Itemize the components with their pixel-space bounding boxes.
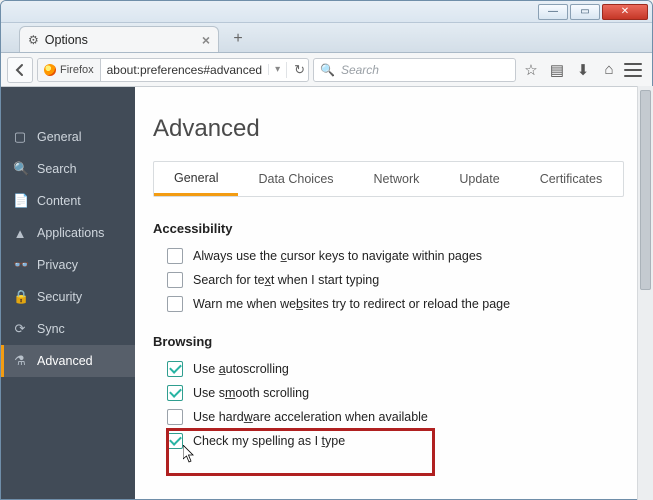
nav-toolbar: Firefox about:preferences#advanced ▾ ↻ 🔍… — [1, 53, 652, 87]
sidebar-icon: 🔒 — [13, 289, 27, 305]
checkbox[interactable] — [167, 248, 183, 264]
sidebar-item-security[interactable]: 🔒 Security — [1, 281, 135, 313]
accessibility-option-0: Always use the cursor keys to navigate w… — [153, 244, 624, 268]
url-dropdown-icon[interactable]: ▾ — [268, 64, 286, 75]
sidebar-item-label: Sync — [37, 322, 65, 336]
accessibility-option-1: Search for text when I start typing — [153, 268, 624, 292]
checkbox[interactable] — [167, 433, 183, 449]
browser-tab-options[interactable]: ⚙ Options × — [19, 26, 219, 52]
accessibility-heading: Accessibility — [153, 221, 624, 236]
back-button[interactable] — [7, 57, 33, 83]
sidebar-item-general[interactable]: ▢ General — [1, 121, 135, 153]
checkbox[interactable] — [167, 385, 183, 401]
sidebar-item-label: Security — [37, 290, 82, 304]
page-title: Advanced — [153, 115, 624, 143]
checkbox[interactable] — [167, 361, 183, 377]
checkbox-label[interactable]: Use autoscrolling — [193, 362, 289, 376]
sidebar-icon: 🔍 — [13, 161, 27, 177]
home-icon[interactable]: ⌂ — [598, 61, 620, 78]
scrollbar-track[interactable] — [637, 86, 653, 500]
section-accessibility: Accessibility Always use the cursor keys… — [153, 221, 624, 316]
advanced-subtabs: GeneralData ChoicesNetworkUpdateCertific… — [153, 161, 624, 197]
browsing-option-1: Use smooth scrolling — [153, 381, 624, 405]
tab-network[interactable]: Network — [354, 162, 440, 196]
reload-icon[interactable]: ↻ — [286, 62, 309, 78]
checkbox-label[interactable]: Check my spelling as I type — [193, 434, 345, 448]
sidebar-item-privacy[interactable]: 👓 Privacy — [1, 249, 135, 281]
sidebar-item-applications[interactable]: ▲ Applications — [1, 217, 135, 249]
downloads-icon[interactable]: ⬇ — [572, 61, 594, 79]
checkbox-label[interactable]: Warn me when websites try to redirect or… — [193, 297, 510, 311]
new-tab-button[interactable]: + — [225, 28, 251, 50]
sidebar-item-advanced[interactable]: ⚗ Advanced — [1, 345, 135, 377]
bookmark-star-icon[interactable]: ☆ — [520, 61, 542, 79]
gear-icon: ⚙ — [28, 33, 39, 47]
sidebar-item-label: Content — [37, 194, 81, 208]
sidebar-icon: 📄 — [13, 193, 27, 209]
url-text: about:preferences#advanced — [101, 63, 268, 77]
hamburger-icon — [624, 63, 642, 77]
scrollbar-thumb[interactable] — [640, 90, 651, 290]
checkbox-label[interactable]: Use hardware acceleration when available — [193, 410, 428, 424]
sidebar-item-content[interactable]: 📄 Content — [1, 185, 135, 217]
sidebar-item-sync[interactable]: ⟳ Sync — [1, 313, 135, 345]
sidebar-item-label: Advanced — [37, 354, 93, 368]
browsing-option-0: Use autoscrolling — [153, 357, 624, 381]
sidebar-icon: ⚗ — [13, 353, 27, 369]
menu-button[interactable] — [624, 63, 646, 77]
search-icon: 🔍 — [320, 63, 335, 77]
browser-window: — ▭ ✕ ⚙ Options × + Firefox about:prefer… — [0, 0, 653, 500]
checkbox-label[interactable]: Use smooth scrolling — [193, 386, 309, 400]
tab-update[interactable]: Update — [439, 162, 519, 196]
checkbox[interactable] — [167, 409, 183, 425]
sidebar-icon: 👓 — [13, 257, 27, 273]
sidebar-item-label: Privacy — [37, 258, 78, 272]
reader-clipboard-icon[interactable]: ▤ — [546, 61, 568, 79]
tab-data-choices[interactable]: Data Choices — [238, 162, 353, 196]
identity-label: Firefox — [60, 64, 94, 76]
browsing-heading: Browsing — [153, 334, 624, 349]
sidebar-icon: ▢ — [13, 129, 27, 145]
preferences-sidebar: ▢ General 🔍 Search 📄 Content ▲ Applications 👓 Pri… — [1, 87, 135, 499]
site-identity-chip[interactable]: Firefox — [38, 59, 101, 81]
sidebar-item-label: General — [37, 130, 81, 144]
content-area: ▢ General 🔍 Search 📄 Content ▲ Applications 👓 Pri… — [1, 87, 652, 499]
checkbox-label[interactable]: Search for text when I start typing — [193, 273, 379, 287]
tab-strip: ⚙ Options × + — [1, 23, 652, 53]
tab-close-icon[interactable]: × — [202, 32, 210, 48]
sidebar-icon: ⟳ — [13, 321, 27, 337]
browsing-option-3: Check my spelling as I type — [153, 429, 624, 453]
maximize-button[interactable]: ▭ — [570, 4, 600, 20]
sidebar-item-search[interactable]: 🔍 Search — [1, 153, 135, 185]
checkbox[interactable] — [167, 296, 183, 312]
url-bar[interactable]: Firefox about:preferences#advanced ▾ ↻ — [37, 58, 309, 82]
minimize-button[interactable]: — — [538, 4, 568, 20]
preferences-main: Advanced GeneralData ChoicesNetworkUpdat… — [135, 87, 652, 499]
search-placeholder: Search — [341, 63, 379, 77]
section-browsing: Browsing Use autoscrolling Use smooth scr… — [153, 334, 624, 453]
back-arrow-icon — [13, 63, 27, 77]
checkbox[interactable] — [167, 272, 183, 288]
firefox-icon — [44, 64, 56, 76]
checkbox-label[interactable]: Always use the cursor keys to navigate w… — [193, 249, 482, 263]
tab-label: Options — [45, 33, 196, 47]
close-button[interactable]: ✕ — [602, 4, 648, 20]
sidebar-item-label: Search — [37, 162, 77, 176]
search-bar[interactable]: 🔍 Search — [313, 58, 516, 82]
sidebar-icon: ▲ — [13, 226, 27, 241]
accessibility-option-2: Warn me when websites try to redirect or… — [153, 292, 624, 316]
browsing-option-2: Use hardware acceleration when available — [153, 405, 624, 429]
sidebar-item-label: Applications — [37, 226, 104, 240]
window-titlebar: — ▭ ✕ — [1, 1, 652, 23]
tab-certificates[interactable]: Certificates — [520, 162, 623, 196]
tab-general[interactable]: General — [154, 162, 238, 196]
